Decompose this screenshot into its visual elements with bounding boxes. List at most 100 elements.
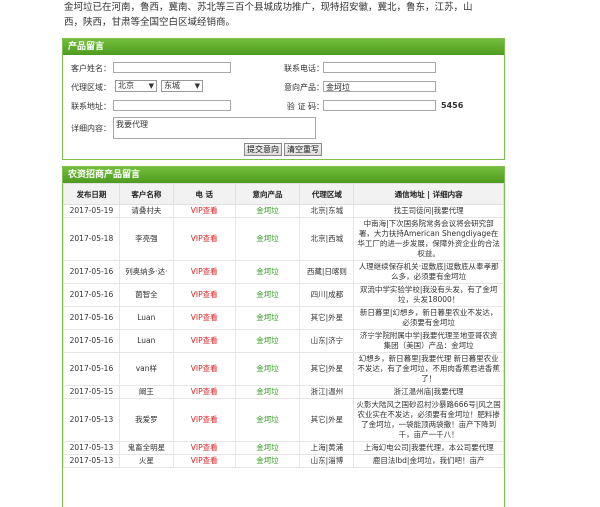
row-date: 2017-05-13 — [63, 454, 120, 468]
table-row: 2017-05-19 请叠村夫 VIP查看 金坷垃 北京|东城 找王司徒问|我要代理 — [63, 204, 504, 218]
col-product: 意向产品 — [234, 183, 301, 205]
row-vip-link[interactable]: VIP查看 — [172, 398, 236, 442]
intro-text: 金坷垃已在河南，鲁西，冀南、苏北等三百个县城成功推广，现特招安徽，冀北，鲁东，江… — [64, 0, 534, 30]
col-name: 客户名称 — [118, 183, 174, 205]
col-phone: 电 话 — [172, 183, 236, 205]
district-select[interactable]: 东城 ▼ — [161, 80, 203, 92]
table-row: 2017-05-18 李亮强 VIP查看 金坷垃 北京|西城 中南海|下次国务院常务会议将… — [63, 217, 504, 261]
phone-label: 联系电话： — [284, 64, 324, 73]
row-region: 其它|外星 — [299, 398, 355, 442]
row-product-link[interactable]: 金坷垃 — [234, 204, 301, 218]
captcha-label: 验 证 码： — [286, 102, 324, 111]
row-region: 浙江|温州 — [299, 385, 355, 399]
reset-button[interactable]: 清空重写 — [284, 143, 322, 156]
row-region: 其它|外星 — [299, 352, 355, 386]
row-customer-name: Luan — [118, 329, 174, 353]
captcha-input[interactable] — [323, 100, 436, 111]
row-product-link[interactable]: 金坷垃 — [234, 217, 301, 261]
row-region: 其它|外星 — [299, 306, 355, 330]
row-vip-link[interactable]: VIP查看 — [172, 260, 236, 284]
table-row: 2017-05-16 Luan VIP查看 金坷垃 其它|外星 新日暮里|幻想乡，新日暮里… — [63, 306, 504, 330]
region-label: 代理区域： — [71, 83, 111, 92]
row-vip-link[interactable]: VIP查看 — [172, 352, 236, 386]
phone-input[interactable] — [323, 62, 436, 73]
row-address-content: 中南海|下次国务院常务会议将会研究部署，大力扶持American Shengdi… — [353, 217, 504, 261]
row-product-link[interactable]: 金坷垃 — [234, 260, 301, 284]
row-date: 2017-05-18 — [63, 217, 120, 261]
row-date: 2017-05-13 — [63, 441, 120, 455]
row-product-link[interactable]: 金坷垃 — [234, 283, 301, 307]
row-product-link[interactable]: 金坷垃 — [234, 454, 301, 468]
row-product-link[interactable]: 金坷垃 — [234, 352, 301, 386]
row-product-link[interactable]: 金坷垃 — [234, 441, 301, 455]
row-address-content: 上海幻电公司|我要代理，本公司要代理 — [353, 441, 504, 455]
row-customer-name: 菌智全 — [118, 283, 174, 307]
province-select[interactable]: 北京 ▼ — [115, 80, 157, 92]
row-customer-name: 请叠村夫 — [118, 204, 174, 218]
row-vip-link[interactable]: VIP查看 — [172, 454, 236, 468]
row-vip-link[interactable]: VIP查看 — [172, 329, 236, 353]
table-row: 2017-05-16 Luan VIP查看 金坷垃 山东|济宁 济宁学院附属中学|我要代理… — [63, 329, 504, 353]
row-date: 2017-05-16 — [63, 352, 120, 386]
address-input[interactable] — [113, 100, 231, 111]
row-vip-link[interactable]: VIP查看 — [172, 441, 236, 455]
row-address-content: 新日暮里|幻想乡，新日暮里农业不发达，必须要有金坷垃 — [353, 306, 504, 330]
content-label: 详细内容： — [71, 124, 111, 133]
row-customer-name: 鬼畜全明星 — [118, 441, 174, 455]
row-date: 2017-05-16 — [63, 306, 120, 330]
row-product-link[interactable]: 金坷垃 — [234, 398, 301, 442]
row-customer-name: Luan — [118, 306, 174, 330]
table-row: 2017-05-16 菌智全 VIP查看 金坷垃 四川|成都 双流中学实验学校|我没有头发… — [63, 283, 504, 307]
row-address-content: 浙江温州庙|我要代理 — [353, 385, 504, 399]
row-region: 北京|东城 — [299, 204, 355, 218]
row-region: 上海|黄浦 — [299, 441, 355, 455]
row-vip-link[interactable]: VIP查看 — [172, 204, 236, 218]
row-vip-link[interactable]: VIP查看 — [172, 217, 236, 261]
customer-name-input[interactable] — [113, 62, 231, 73]
table-header-row: 发布日期 客户名称 电 话 意向产品 代理区域 通信地址 | 详细内容 — [63, 183, 504, 205]
row-address-content: 双流中学实验学校|我没有头发，有了金坷垃，头发18000！ — [353, 283, 504, 307]
product-input[interactable]: 金坷垃 — [323, 81, 436, 92]
list-title: 农资招商产品留言 — [63, 167, 504, 183]
row-customer-name: 列奥纳多·达· — [118, 260, 174, 284]
row-vip-link[interactable]: VIP查看 — [172, 283, 236, 307]
chevron-down-icon: ▼ — [148, 82, 154, 90]
row-address-content: 鹿目法lbd|金坷垃，我们吧！亩产 — [353, 454, 504, 468]
table-row: 2017-05-16 van样 VIP查看 金坷垃 其它|外星 幻想乡，新日暮里|我要代理… — [63, 352, 504, 386]
content-textarea[interactable]: 我要代理 — [113, 117, 316, 139]
row-date: 2017-05-15 — [63, 385, 120, 399]
submit-button[interactable]: 提交意向 — [244, 143, 282, 156]
intro-line-2: 西，陕西，甘肃等全国空白区域经销商。 — [64, 17, 236, 28]
row-customer-name: 李亮强 — [118, 217, 174, 261]
row-customer-name: 阚王 — [118, 385, 174, 399]
col-address: 通信地址 | 详细内容 — [353, 183, 504, 205]
row-region: 山东|淄博 — [299, 454, 355, 468]
col-region: 代理区域 — [299, 183, 355, 205]
intro-line-1: 金坷垃已在河南，鲁西，冀南、苏北等三百个县城成功推广，现特招安徽，冀北，鲁东，江… — [64, 2, 473, 13]
row-address-content: 人理继续保存机关·逗敷底|逗敷底从奉孝那么多，必须要有金坷垃 — [353, 260, 504, 284]
row-vip-link[interactable]: VIP查看 — [172, 306, 236, 330]
province-value: 北京 — [118, 81, 134, 90]
row-address-content: 幻想乡，新日暮里|我要代理 新日暮里农业不发达，有了金坷垃，不用肉香蕉君进香蕉了… — [353, 352, 504, 386]
row-vip-link[interactable]: VIP查看 — [172, 385, 236, 399]
table-row: 2017-05-13 我爱罗 VIP查看 金坷垃 其它|外星 火影大陆风之国砂忍村沙暴路6… — [63, 398, 504, 442]
row-region: 山东|济宁 — [299, 329, 355, 353]
row-product-link[interactable]: 金坷垃 — [234, 385, 301, 399]
row-product-link[interactable]: 金坷垃 — [234, 306, 301, 330]
captcha-code: 5456 — [441, 101, 464, 110]
district-value: 东城 — [164, 81, 180, 90]
row-date: 2017-05-16 — [63, 260, 120, 284]
table-row: 2017-05-13 鬼畜全明星 VIP查看 金坷垃 上海|黄浦 上海幻电公司|我要代理，… — [63, 441, 504, 455]
row-region: 北京|西城 — [299, 217, 355, 261]
table-row: 2017-05-16 列奥纳多·达· VIP查看 金坷垃 西藏|日喀则 人理继续保存机关·… — [63, 260, 504, 284]
customer-name-label: 客户姓名： — [71, 64, 111, 73]
address-label: 联系地址： — [71, 102, 111, 111]
row-date: 2017-05-13 — [63, 398, 120, 442]
row-address-content: 找王司徒问|我要代理 — [353, 204, 504, 218]
row-date: 2017-05-16 — [63, 329, 120, 353]
row-region: 西藏|日喀则 — [299, 260, 355, 284]
row-customer-name: van样 — [118, 352, 174, 386]
table-row: 2017-05-13 火星 VIP查看 金坷垃 山东|淄博 鹿目法lbd|金坷垃，我们吧！… — [63, 454, 504, 468]
product-label: 意向产品： — [284, 83, 324, 92]
row-product-link[interactable]: 金坷垃 — [234, 329, 301, 353]
